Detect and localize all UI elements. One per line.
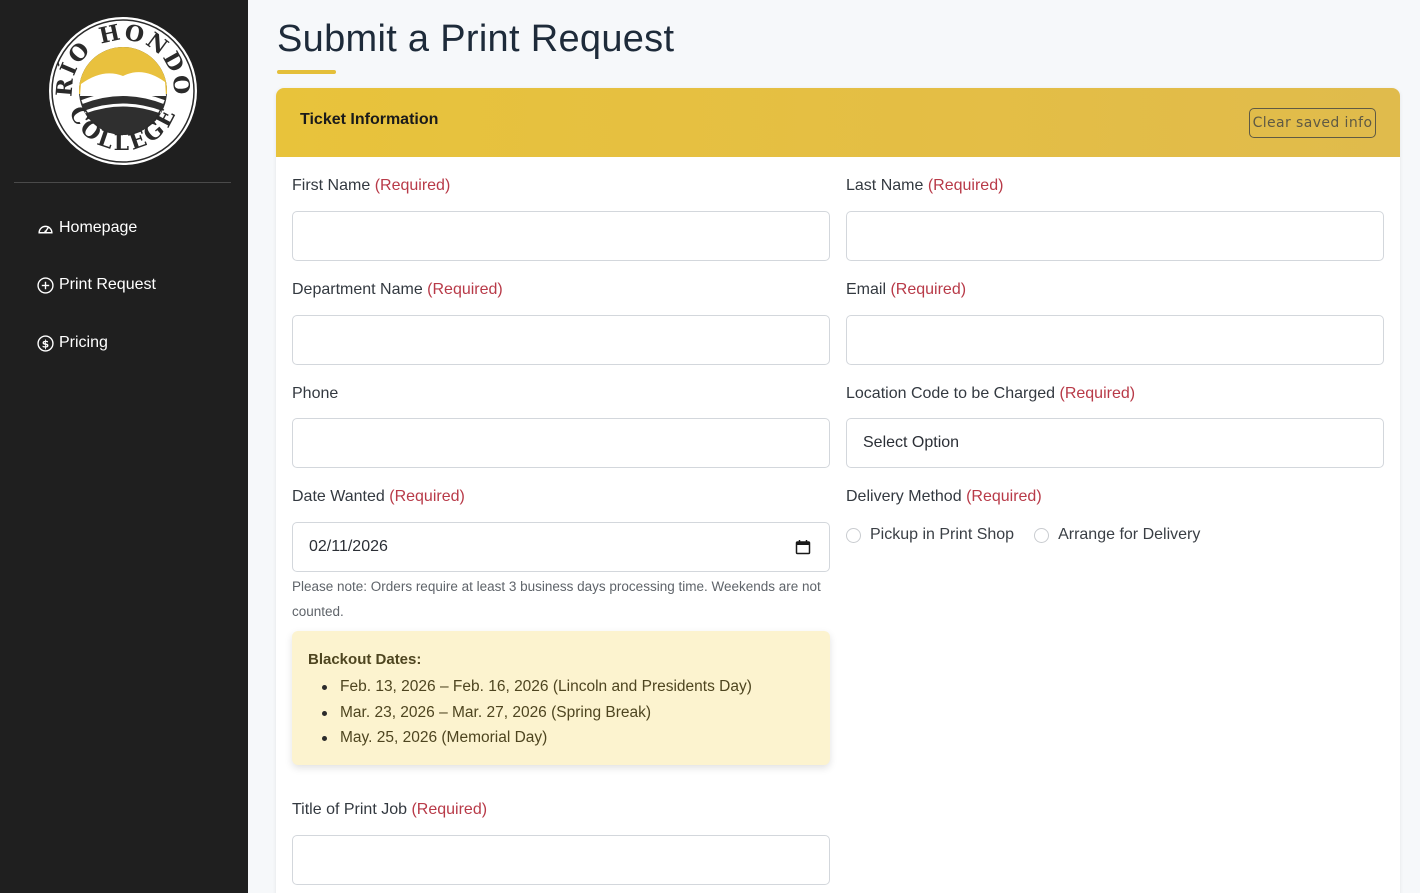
card-header-title: Ticket Information bbox=[300, 111, 439, 128]
delivery-method-label-text: Delivery Method bbox=[846, 488, 962, 505]
delivery-method-label: Delivery Method (Required) bbox=[846, 488, 1042, 506]
plus-circle-icon bbox=[37, 276, 54, 294]
ticket-information-card: Ticket Information Clear saved info Firs… bbox=[276, 88, 1400, 893]
required-tag: (Required) bbox=[890, 281, 967, 298]
page-title: Submit a Print Request bbox=[277, 18, 675, 60]
list-item: May. 25, 2026 (Memorial Day) bbox=[308, 725, 752, 751]
first-name-label: First Name (Required) bbox=[292, 177, 450, 195]
required-tag: (Required) bbox=[374, 177, 451, 194]
sidebar-divider bbox=[14, 182, 231, 183]
delivery-method-options: Pickup in Print Shop Arrange for Deliver… bbox=[846, 524, 1200, 546]
blackout-dates-title: Blackout Dates: bbox=[308, 651, 422, 668]
sidebar-item-label: Pricing bbox=[59, 334, 108, 351]
date-wanted-label: Date Wanted (Required) bbox=[292, 488, 465, 506]
department-name-input[interactable] bbox=[292, 315, 830, 365]
sidebar-item-label: Homepage bbox=[59, 219, 138, 236]
clear-saved-info-button[interactable]: Clear saved info bbox=[1249, 108, 1376, 138]
required-tag: (Required) bbox=[1059, 385, 1136, 402]
delivery-radio[interactable] bbox=[1034, 527, 1050, 543]
required-tag: (Required) bbox=[389, 488, 465, 505]
job-title-label: Title of Print Job (Required) bbox=[292, 801, 487, 819]
first-name-label-text: First Name bbox=[292, 177, 371, 194]
location-code-label-text: Location Code to be Charged bbox=[846, 385, 1056, 402]
pickup-option-label[interactable]: Pickup in Print Shop bbox=[870, 526, 1014, 544]
sidebar-item-label: Print Request bbox=[59, 276, 156, 293]
svg-text:$: $ bbox=[42, 337, 49, 350]
blackout-dates-box: Blackout Dates: Feb. 13, 2026 – Feb. 16,… bbox=[292, 631, 830, 765]
speedometer-icon bbox=[37, 220, 54, 237]
location-code-selected-value: Select Option bbox=[863, 434, 960, 451]
department-name-label: Department Name (Required) bbox=[292, 281, 503, 299]
job-title-label-text: Title of Print Job bbox=[292, 801, 408, 818]
card-header: Ticket Information Clear saved info bbox=[276, 88, 1400, 157]
date-wanted-value: 02/11/2026 bbox=[309, 538, 388, 555]
list-item: Feb. 13, 2026 – Feb. 16, 2026 (Lincoln a… bbox=[308, 674, 752, 700]
sidebar-item-pricing[interactable]: $ Pricing bbox=[37, 331, 108, 355]
calendar-icon[interactable] bbox=[795, 539, 811, 555]
location-code-select[interactable]: Select Option bbox=[846, 418, 1384, 468]
date-wanted-label-text: Date Wanted bbox=[292, 488, 385, 505]
dollar-circle-icon: $ bbox=[37, 334, 54, 352]
email-label-text: Email bbox=[846, 281, 887, 298]
rio-hondo-college-logo[interactable]: RÍO HONDO COLLEGE bbox=[48, 16, 198, 166]
pickup-radio[interactable] bbox=[846, 527, 861, 543]
email-input[interactable] bbox=[846, 315, 1384, 365]
delivery-option-label[interactable]: Arrange for Delivery bbox=[1058, 526, 1200, 544]
last-name-label-text: Last Name bbox=[846, 177, 924, 194]
date-wanted-input[interactable]: 02/11/2026 bbox=[292, 522, 830, 572]
sidebar-item-homepage[interactable]: Homepage bbox=[37, 216, 137, 240]
last-name-label: Last Name (Required) bbox=[846, 177, 1003, 195]
sidebar: RÍO HONDO COLLEGE Homepage Print Request… bbox=[0, 0, 248, 893]
blackout-dates-list: Feb. 13, 2026 – Feb. 16, 2026 (Lincoln a… bbox=[308, 674, 752, 751]
required-tag: (Required) bbox=[927, 177, 1004, 194]
required-tag: (Required) bbox=[427, 281, 503, 298]
department-name-label-text: Department Name bbox=[292, 281, 423, 298]
email-label: Email (Required) bbox=[846, 281, 966, 299]
list-item: Mar. 23, 2026 – Mar. 27, 2026 (Spring Br… bbox=[308, 700, 752, 726]
last-name-input[interactable] bbox=[846, 211, 1384, 261]
title-underline bbox=[277, 70, 336, 74]
required-tag: (Required) bbox=[411, 801, 488, 818]
processing-time-note: Please note: Orders require at least 3 b… bbox=[292, 579, 821, 619]
location-code-label: Location Code to be Charged (Required) bbox=[846, 385, 1135, 403]
first-name-input[interactable] bbox=[292, 211, 830, 261]
phone-label: Phone bbox=[292, 385, 338, 403]
job-title-input[interactable] bbox=[292, 835, 830, 885]
required-tag: (Required) bbox=[966, 488, 1042, 505]
phone-input[interactable] bbox=[292, 418, 830, 468]
phone-label-text: Phone bbox=[292, 385, 339, 402]
sidebar-item-print-request[interactable]: Print Request bbox=[37, 273, 156, 297]
